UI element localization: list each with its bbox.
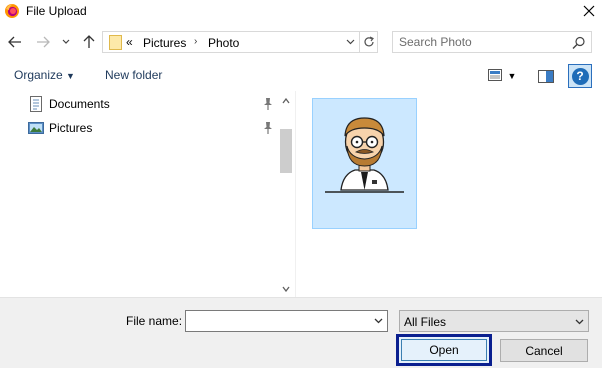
man-with-glasses-avatar bbox=[319, 106, 410, 195]
chevron-down-icon[interactable] bbox=[58, 28, 74, 56]
breadcrumb-overflow[interactable]: « bbox=[126, 35, 133, 49]
refresh-icon[interactable] bbox=[359, 32, 377, 52]
address-dropdown-icon[interactable] bbox=[342, 33, 358, 51]
title-bar: File Upload bbox=[0, 0, 602, 24]
breadcrumb-pictures[interactable]: Pictures bbox=[143, 36, 186, 50]
back-arrow-icon[interactable] bbox=[4, 28, 26, 56]
chevron-down-icon bbox=[571, 314, 587, 330]
scroll-down-icon[interactable] bbox=[278, 281, 294, 297]
firefox-icon bbox=[4, 3, 20, 19]
file-name-label: File name: bbox=[126, 314, 183, 328]
open-button[interactable]: Open bbox=[396, 334, 492, 366]
file-name-input[interactable] bbox=[190, 313, 368, 329]
navigation-pane: Documents Pictures bbox=[0, 91, 295, 297]
file-item-photo[interactable] bbox=[312, 98, 417, 229]
scroll-up-icon[interactable] bbox=[278, 93, 294, 109]
address-bar[interactable]: « Pictures › Photo bbox=[102, 31, 378, 53]
preview-pane-icon[interactable] bbox=[536, 65, 556, 87]
pin-icon[interactable] bbox=[262, 97, 274, 111]
sidebar-item-label: Documents bbox=[49, 97, 110, 111]
search-input[interactable] bbox=[399, 34, 567, 50]
help-icon: ? bbox=[571, 67, 589, 85]
command-bar: Organize ▼ New folder ▼ ? bbox=[0, 62, 602, 90]
folder-icon bbox=[109, 35, 122, 50]
change-view-button[interactable]: ▼ bbox=[484, 65, 520, 87]
documents-icon bbox=[28, 96, 44, 112]
search-box[interactable] bbox=[392, 31, 592, 53]
scrollbar-thumb[interactable] bbox=[280, 129, 292, 173]
open-button-label: Open bbox=[401, 339, 487, 361]
sidebar-item-label: Pictures bbox=[49, 121, 93, 135]
file-name-combobox[interactable] bbox=[185, 310, 388, 332]
sidebar-item-documents[interactable]: Documents bbox=[24, 93, 276, 115]
cancel-button[interactable]: Cancel bbox=[500, 339, 588, 362]
pin-icon[interactable] bbox=[262, 121, 274, 135]
breadcrumb-photo[interactable]: Photo bbox=[208, 36, 239, 50]
close-icon[interactable] bbox=[578, 1, 600, 21]
address-row: « Pictures › Photo bbox=[0, 28, 602, 58]
view-icon bbox=[487, 68, 502, 84]
forward-arrow-icon[interactable] bbox=[32, 28, 54, 56]
help-button[interactable]: ? bbox=[568, 64, 592, 88]
new-folder-button[interactable]: New folder bbox=[105, 68, 162, 82]
file-type-select[interactable]: All Files bbox=[399, 310, 589, 332]
chevron-down-icon: ▼ bbox=[66, 71, 75, 81]
dialog-footer: File name: All Files Open Cancel bbox=[0, 297, 602, 368]
breadcrumb-separator-icon[interactable]: › bbox=[194, 36, 197, 47]
window-title: File Upload bbox=[26, 4, 87, 18]
sidebar-item-pictures[interactable]: Pictures bbox=[24, 117, 276, 139]
chevron-down-icon[interactable] bbox=[370, 313, 386, 329]
file-list bbox=[297, 91, 602, 297]
sidebar-scrollbar[interactable] bbox=[278, 91, 294, 297]
up-arrow-icon[interactable] bbox=[78, 28, 100, 56]
file-type-value: All Files bbox=[404, 315, 447, 329]
chevron-down-icon: ▼ bbox=[507, 71, 517, 81]
search-icon[interactable] bbox=[571, 35, 587, 51]
organize-button[interactable]: Organize ▼ bbox=[14, 68, 75, 82]
pictures-icon bbox=[28, 120, 44, 136]
pane-divider[interactable] bbox=[295, 91, 296, 297]
organize-label: Organize bbox=[14, 68, 63, 82]
